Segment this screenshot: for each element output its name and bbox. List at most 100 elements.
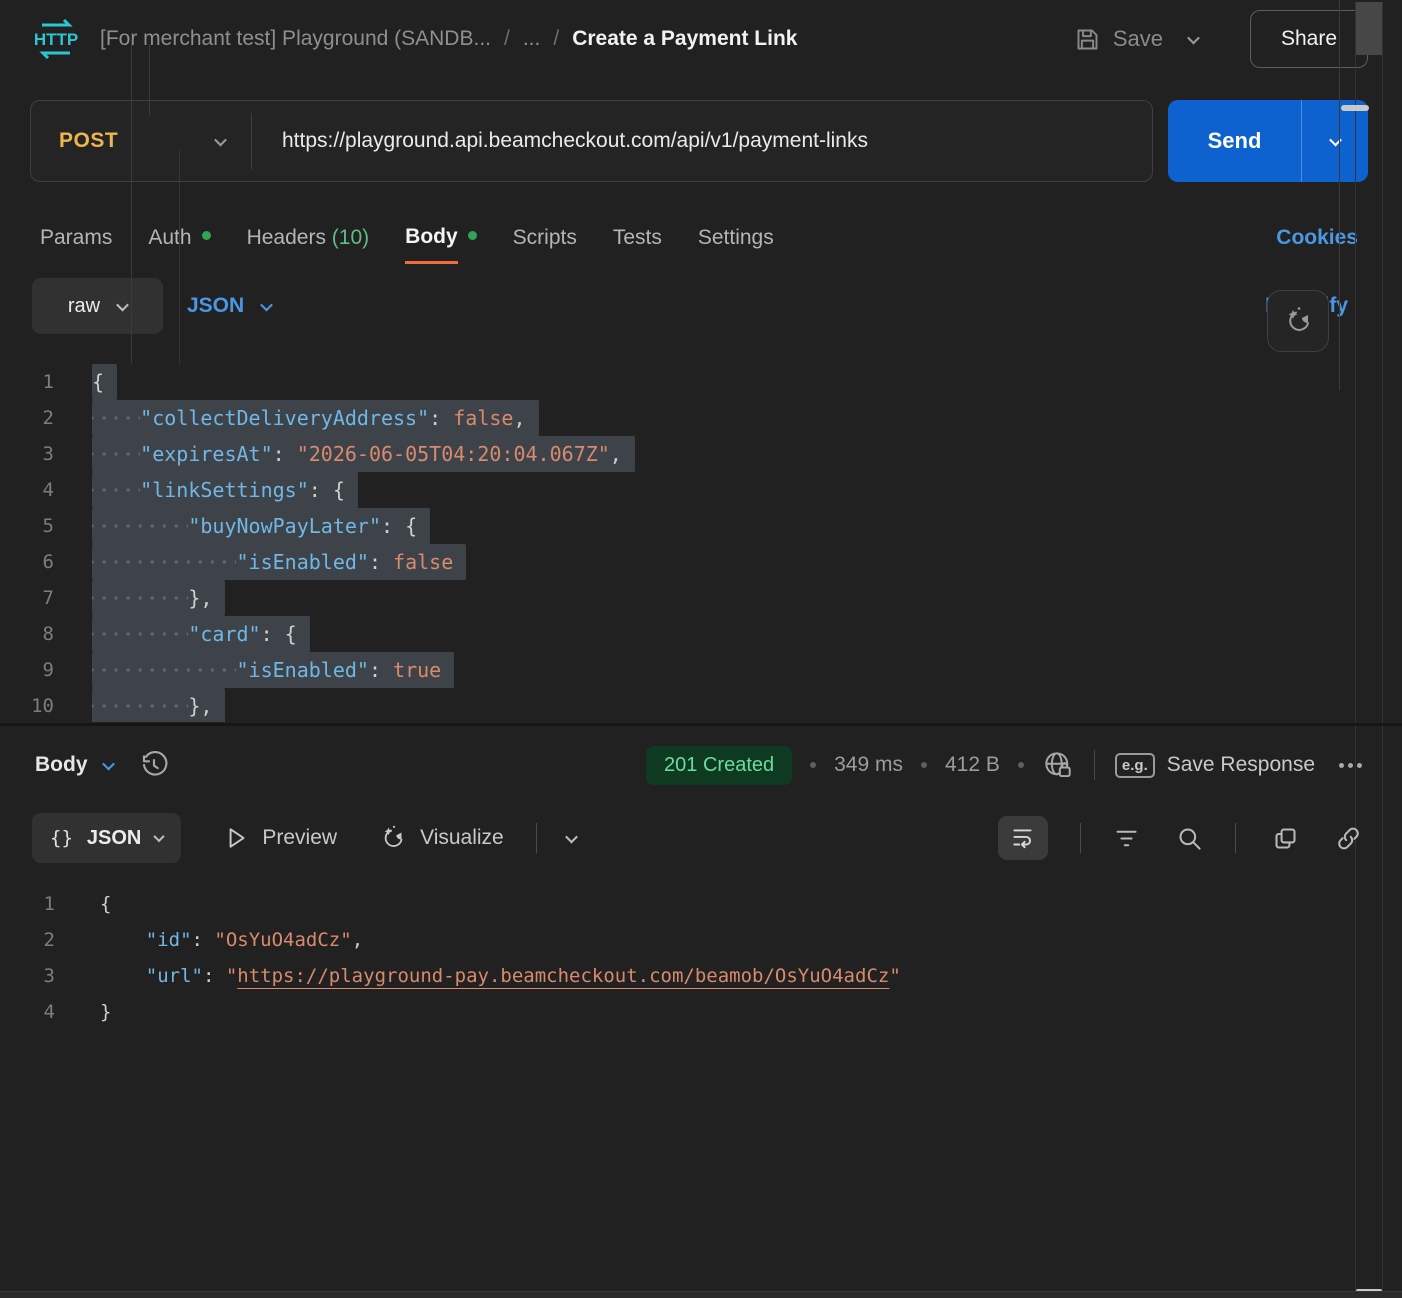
tab-scripts[interactable]: Scripts (513, 212, 577, 264)
share-button[interactable]: Share (1250, 10, 1368, 68)
body-format-value: JSON (187, 294, 244, 318)
response-format-select[interactable]: {} JSON (32, 813, 181, 863)
scrollbar-thumb[interactable] (1356, 2, 1382, 55)
body-mode-value: raw (68, 295, 100, 318)
response-status-badge[interactable]: 201 Created (646, 746, 792, 785)
code-line[interactable]: 1{ (0, 364, 1402, 400)
tab-headers[interactable]: Headers (10) (247, 212, 370, 264)
visualize-label: Visualize (420, 826, 504, 850)
body-status-dot (468, 231, 477, 240)
filter-button[interactable] (1113, 825, 1140, 852)
line-number: 3 (0, 436, 92, 472)
panel-splitter[interactable] (0, 723, 1402, 726)
word-wrap-icon (1010, 825, 1036, 851)
breadcrumb-separator: / (553, 27, 559, 51)
breadcrumb-separator: / (504, 27, 510, 51)
postbot-ai-button[interactable] (1267, 290, 1329, 352)
cookies-link[interactable]: Cookies (1276, 226, 1358, 250)
response-toolbar: {} JSON Preview Visualize (32, 810, 1362, 866)
code-line[interactable]: 2"id": "OsYuO4adCz", (0, 922, 1402, 958)
body-mode-chevron-icon (116, 298, 129, 311)
url-input[interactable]: https://playground.api.beamcheckout.com/… (252, 129, 868, 153)
response-view-chevron-icon (102, 757, 115, 770)
save-options-chevron-icon[interactable] (1187, 31, 1200, 44)
code-line[interactable]: 9"isEnabled": true (0, 652, 1402, 688)
svg-text:HTTP: HTTP (34, 30, 78, 49)
save-button[interactable]: Save (1074, 26, 1163, 53)
line-number: 6 (0, 544, 92, 580)
copy-icon (1272, 825, 1299, 852)
search-button[interactable] (1176, 825, 1203, 852)
word-wrap-toggle[interactable] (998, 816, 1048, 860)
breadcrumb: [For merchant test] Playground (SANDB...… (100, 27, 797, 51)
line-number: 8 (0, 616, 92, 652)
request-url-row: POST https://playground.api.beamcheckout… (30, 100, 1368, 182)
code-line[interactable]: 4"linkSettings": { (0, 472, 1402, 508)
line-number: 2 (0, 922, 100, 958)
response-view-value: Body (35, 753, 88, 777)
meta-dot-separator (810, 762, 816, 768)
response-body-editor[interactable]: 1{2"id": "OsYuO4adCz",3"url": "https://p… (0, 878, 1402, 1288)
save-response-button[interactable]: Save Response (1167, 753, 1315, 777)
code-line[interactable]: 6"isEnabled": false (0, 544, 1402, 580)
line-number: 4 (0, 472, 92, 508)
preview-play-icon (223, 825, 249, 851)
code-line[interactable]: 5"buyNowPayLater": { (0, 508, 1402, 544)
scrollbar-thumb[interactable] (1341, 105, 1369, 111)
preview-button[interactable]: Preview (223, 825, 337, 851)
code-line[interactable]: 3"expiresAt": "2026-06-05T04:20:04.067Z"… (0, 436, 1402, 472)
method-select[interactable]: POST (31, 129, 251, 153)
response-view-select[interactable]: Body (35, 753, 113, 777)
request-tabs: Params Auth Headers (10) Body Scripts Te… (40, 212, 1358, 264)
tab-settings[interactable]: Settings (698, 212, 774, 264)
meta-dot-separator (1018, 762, 1024, 768)
body-format-select[interactable]: JSON (187, 294, 271, 318)
tab-body[interactable]: Body (405, 212, 477, 264)
response-history-button[interactable] (139, 750, 169, 780)
preview-label: Preview (262, 826, 337, 850)
visualize-button[interactable]: Visualize (379, 824, 504, 852)
visualize-options-chevron-icon[interactable] (565, 830, 578, 843)
send-label: Send (1168, 100, 1301, 182)
body-mode-select[interactable]: raw (32, 278, 163, 334)
toolbar-divider (536, 823, 537, 853)
code-line[interactable]: 4} (0, 994, 1402, 1030)
request-title: Create a Payment Link (572, 27, 797, 51)
breadcrumb-collection[interactable]: [For merchant test] Playground (SANDB... (100, 27, 491, 51)
filter-icon (1113, 825, 1140, 852)
bottom-status-strip (0, 1291, 1402, 1298)
code-line[interactable]: 10}, (0, 688, 1402, 722)
response-meta-bar: Body 201 Created 349 ms 412 B e.g. Save … (35, 736, 1362, 794)
network-info-button[interactable] (1042, 749, 1074, 781)
line-number: 5 (0, 508, 92, 544)
request-body-editor[interactable]: 1{2"collectDeliveryAddress": false,3"exp… (0, 358, 1402, 722)
code-line[interactable]: 8"card": { (0, 616, 1402, 652)
copy-button[interactable] (1272, 825, 1299, 852)
toolbar-divider (1080, 823, 1081, 853)
send-button[interactable]: Send (1168, 100, 1368, 182)
line-number: 1 (0, 364, 92, 400)
request-header: HTTP [For merchant test] Playground (SAN… (0, 0, 1402, 78)
toolbar-divider (1235, 823, 1236, 853)
history-clock-icon (139, 750, 169, 780)
code-line[interactable]: 1{ (0, 886, 1402, 922)
tab-params[interactable]: Params (40, 212, 112, 264)
tab-tests[interactable]: Tests (613, 212, 662, 264)
response-size[interactable]: 412 B (945, 753, 1000, 777)
auth-status-dot (202, 231, 211, 240)
line-number: 2 (0, 400, 92, 436)
save-label: Save (1113, 26, 1163, 52)
indent-guide (179, 150, 180, 364)
response-editor-scrollbar[interactable] (1339, 0, 1340, 390)
code-line[interactable]: 3"url": "https://playground-pay.beamchec… (0, 958, 1402, 994)
indent-guide (149, 44, 150, 116)
indent-guide (131, 42, 132, 364)
response-time[interactable]: 349 ms (834, 753, 903, 777)
breadcrumb-collapsed[interactable]: ... (523, 27, 541, 51)
code-line[interactable]: 2"collectDeliveryAddress": false, (0, 400, 1402, 436)
more-options-icon[interactable] (1339, 763, 1362, 768)
link-button[interactable] (1335, 825, 1362, 852)
code-line[interactable]: 7}, (0, 580, 1402, 616)
method-chevron-icon (214, 133, 227, 146)
meta-divider (1094, 750, 1095, 780)
